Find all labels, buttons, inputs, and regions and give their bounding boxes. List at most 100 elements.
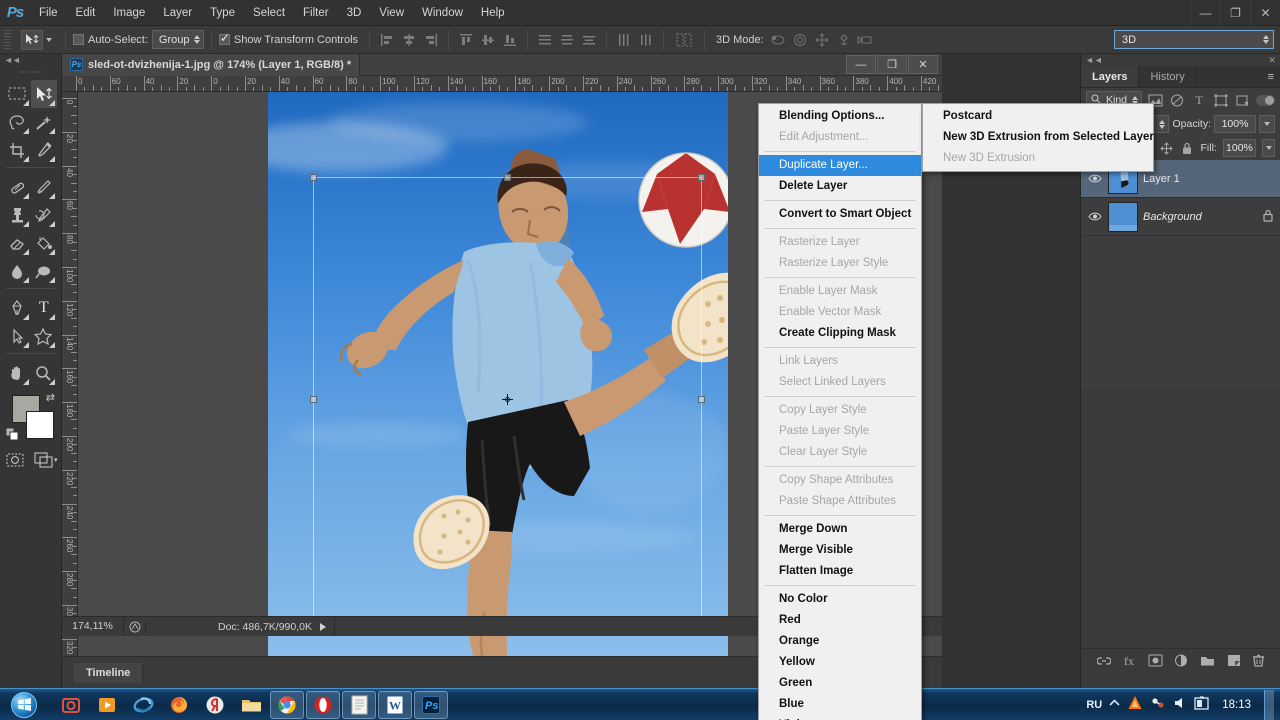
align-top-edges-icon[interactable] [456,30,476,50]
layer-style-icon[interactable]: fx [1122,654,1136,670]
filter-shape-layers-icon[interactable] [1212,91,1230,109]
distribute-vertical-centers-icon[interactable] [557,30,577,50]
vertical-ruler[interactable]: 0204060801001201401601802002202402602803… [62,92,78,672]
delete-layer-icon[interactable] [1252,654,1265,670]
taskbar-icon-firefox[interactable] [162,691,196,719]
tools-panel-collapse[interactable]: ◄◄ [0,54,61,66]
auto-align-layers-icon[interactable] [671,30,697,50]
align-bottom-edges-icon[interactable] [500,30,520,50]
volume-icon[interactable] [1173,696,1187,713]
transform-reference-point-icon[interactable] [502,394,513,405]
doc-close-button[interactable]: ✕ [908,55,938,74]
taskbar-icon-notepad[interactable] [342,691,376,719]
restore-button[interactable]: ❐ [1220,0,1250,26]
fill-value[interactable]: 100% [1223,139,1256,157]
taskbar-icon-screenshot[interactable] [54,691,88,719]
menu-item-layer[interactable]: Layer [154,2,201,24]
menu-item-no-color[interactable]: No Color [759,589,921,610]
3d-roll-icon[interactable] [790,30,810,50]
tool-magic-wand[interactable] [31,108,58,136]
tool-eyedropper[interactable] [31,136,58,164]
menu-item-violet[interactable]: Violet [759,715,921,720]
filter-toggle[interactable] [1256,91,1275,109]
layer-thumbnail[interactable] [1108,202,1138,232]
distribute-bottom-edges-icon[interactable] [579,30,599,50]
panel-menu-icon[interactable]: ≡ [1268,66,1280,87]
menu-item-type[interactable]: Type [201,2,244,24]
menu-item-convert-to-smart-object[interactable]: Convert to Smart Object [759,204,921,225]
menu-item-3d[interactable]: 3D [338,2,371,24]
taskbar-icon-word[interactable]: W [378,691,412,719]
taskbar-icon-chrome[interactable] [270,691,304,719]
quick-mask-mode-icon[interactable] [0,447,31,473]
screen-mode-icon[interactable]: ▾ [31,447,62,473]
submenu-item-new-3d-extrusion-from-selected-layer[interactable]: New 3D Extrusion from Selected Layer [923,127,1153,148]
auto-select-checkbox[interactable] [73,34,84,45]
document-tab[interactable]: Ps sled-ot-dvizhenija-1.jpg @ 174% (Laye… [62,54,360,76]
show-hidden-icons[interactable] [1109,698,1120,711]
menu-item-duplicate-layer[interactable]: Duplicate Layer... [759,155,921,176]
layer-name[interactable]: Layer 1 [1143,173,1274,185]
3d-slide-icon[interactable] [834,30,854,50]
taskbar-icon-internet-explorer[interactable] [126,691,160,719]
layer-visibility-icon[interactable] [1087,211,1103,222]
tool-pen[interactable] [4,294,31,322]
dock-collapse-icon[interactable]: ◄◄ [1085,55,1103,65]
transform-handle-middle-left[interactable] [310,396,317,403]
action-center-icon[interactable] [1194,696,1209,713]
taskbar-icon-explorer[interactable] [234,691,268,719]
taskbar-icon-opera[interactable] [306,691,340,719]
taskbar-icon-photoshop[interactable]: Ps [414,691,448,719]
align-right-edges-icon[interactable] [421,30,441,50]
menu-item-create-clipping-mask[interactable]: Create Clipping Mask [759,323,921,344]
3d-orbit-icon[interactable] [768,30,788,50]
new-layer-icon[interactable] [1227,654,1241,670]
menu-item-select[interactable]: Select [244,2,294,24]
start-button[interactable] [0,690,48,720]
menu-item-green[interactable]: Green [759,673,921,694]
taskbar-clock[interactable]: 18:13 [1216,699,1257,711]
distribute-horizontal-centers-icon[interactable] [636,30,656,50]
tab-timeline[interactable]: Timeline [74,663,143,683]
align-horizontal-centers-icon[interactable] [399,30,419,50]
menu-item-orange[interactable]: Orange [759,631,921,652]
tool-paint-bucket[interactable] [31,229,58,257]
menu-item-help[interactable]: Help [472,2,514,24]
taskbar-icon-media-player[interactable] [90,691,124,719]
submenu-item-postcard[interactable]: Postcard [923,106,1153,127]
tool-horizontal-type[interactable]: T [31,294,58,322]
layer-context-menu[interactable]: Blending Options...Edit Adjustment...Dup… [758,103,922,720]
align-left-edges-icon[interactable] [377,30,397,50]
dock-options-icon[interactable]: ✕ [1268,55,1276,66]
doc-restore-button[interactable]: ❐ [877,55,907,74]
tool-history-brush[interactable] [31,201,58,229]
tab-history[interactable]: History [1139,66,1196,87]
zoom-level[interactable]: 174,11% [62,617,124,636]
tool-preset-chevron-down-icon[interactable] [46,38,52,42]
menu-item-edit[interactable]: Edit [67,2,105,24]
network-activity-icon[interactable] [1150,695,1166,714]
fill-dropdown-icon[interactable] [1262,139,1275,157]
language-indicator[interactable]: RU [1086,699,1102,711]
avast-icon[interactable] [1127,695,1143,714]
adjustment-layer-icon[interactable] [1174,654,1189,670]
distribute-top-edges-icon[interactable] [535,30,555,50]
menu-item-red[interactable]: Red [759,610,921,631]
menu-item-file[interactable]: File [30,2,67,24]
doc-minimize-button[interactable]: — [846,55,876,74]
opacity-dropdown-icon[interactable] [1259,115,1275,133]
tool-custom-shape[interactable] [31,322,58,350]
auto-select-scope-select[interactable]: Group [152,30,204,49]
tool-clone-stamp[interactable] [4,201,31,229]
menu-item-window[interactable]: Window [413,2,472,24]
filter-type-layers-icon[interactable]: T [1190,91,1208,109]
layer-visibility-icon[interactable] [1087,173,1103,184]
transform-bounding-box[interactable] [313,177,702,622]
menu-item-blue[interactable]: Blue [759,694,921,715]
menu-item-view[interactable]: View [370,2,413,24]
close-button[interactable]: ✕ [1250,0,1280,26]
tool-path-selection[interactable] [4,322,31,350]
filter-smart-objects-icon[interactable] [1234,91,1252,109]
layer-mask-icon[interactable] [1148,654,1163,670]
tool-preset-picker[interactable] [15,30,58,50]
